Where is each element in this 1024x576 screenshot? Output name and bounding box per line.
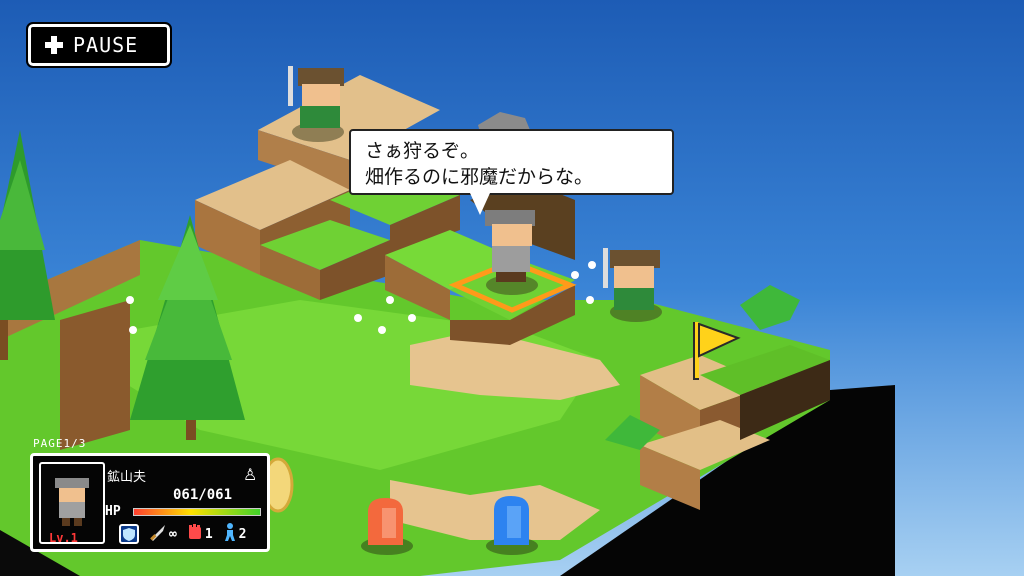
unit-name: 鉱山夫: [107, 470, 147, 485]
power-value: 1: [204, 526, 213, 542]
sword-icon: [149, 523, 167, 545]
move-value: 2: [238, 526, 247, 542]
shield-icon: [119, 524, 139, 544]
pause-button[interactable]: PAUSE: [26, 22, 172, 68]
hp-bar: [133, 508, 261, 516]
attack-range-value: ∞: [169, 526, 177, 542]
dialogue-line-1: さぁ狩るぞ。: [365, 140, 480, 162]
pause-label: PAUSE: [73, 33, 139, 57]
walker-icon: [223, 523, 237, 545]
power-stat: 1: [187, 523, 213, 545]
page-indicator: PAGE1/3: [33, 437, 87, 450]
speech-bubble-tail: [470, 193, 490, 215]
plus-icon: [45, 36, 63, 54]
attack-range-stat: ∞: [149, 523, 177, 545]
dialogue-line-2: 畑作るのに邪魔だからな。: [365, 166, 594, 188]
move-stat: 2: [223, 523, 247, 545]
hp-bar-fill: [134, 509, 260, 515]
pawn-icon: ♙: [243, 465, 258, 484]
hp-value: 061/061: [173, 487, 233, 503]
speech-bubble[interactable]: さぁ狩るぞ。 畑作るのに邪魔だからな。: [349, 129, 674, 195]
unit-level: Lv.1: [49, 531, 78, 545]
unit-status-panel[interactable]: Lv.1 鉱山夫 ♙ 061/061 HP ∞ 1 2: [30, 453, 270, 552]
unit-stats-row: ∞ 1 2: [119, 523, 246, 545]
fist-icon: [187, 523, 203, 545]
hp-label: HP: [105, 504, 121, 519]
